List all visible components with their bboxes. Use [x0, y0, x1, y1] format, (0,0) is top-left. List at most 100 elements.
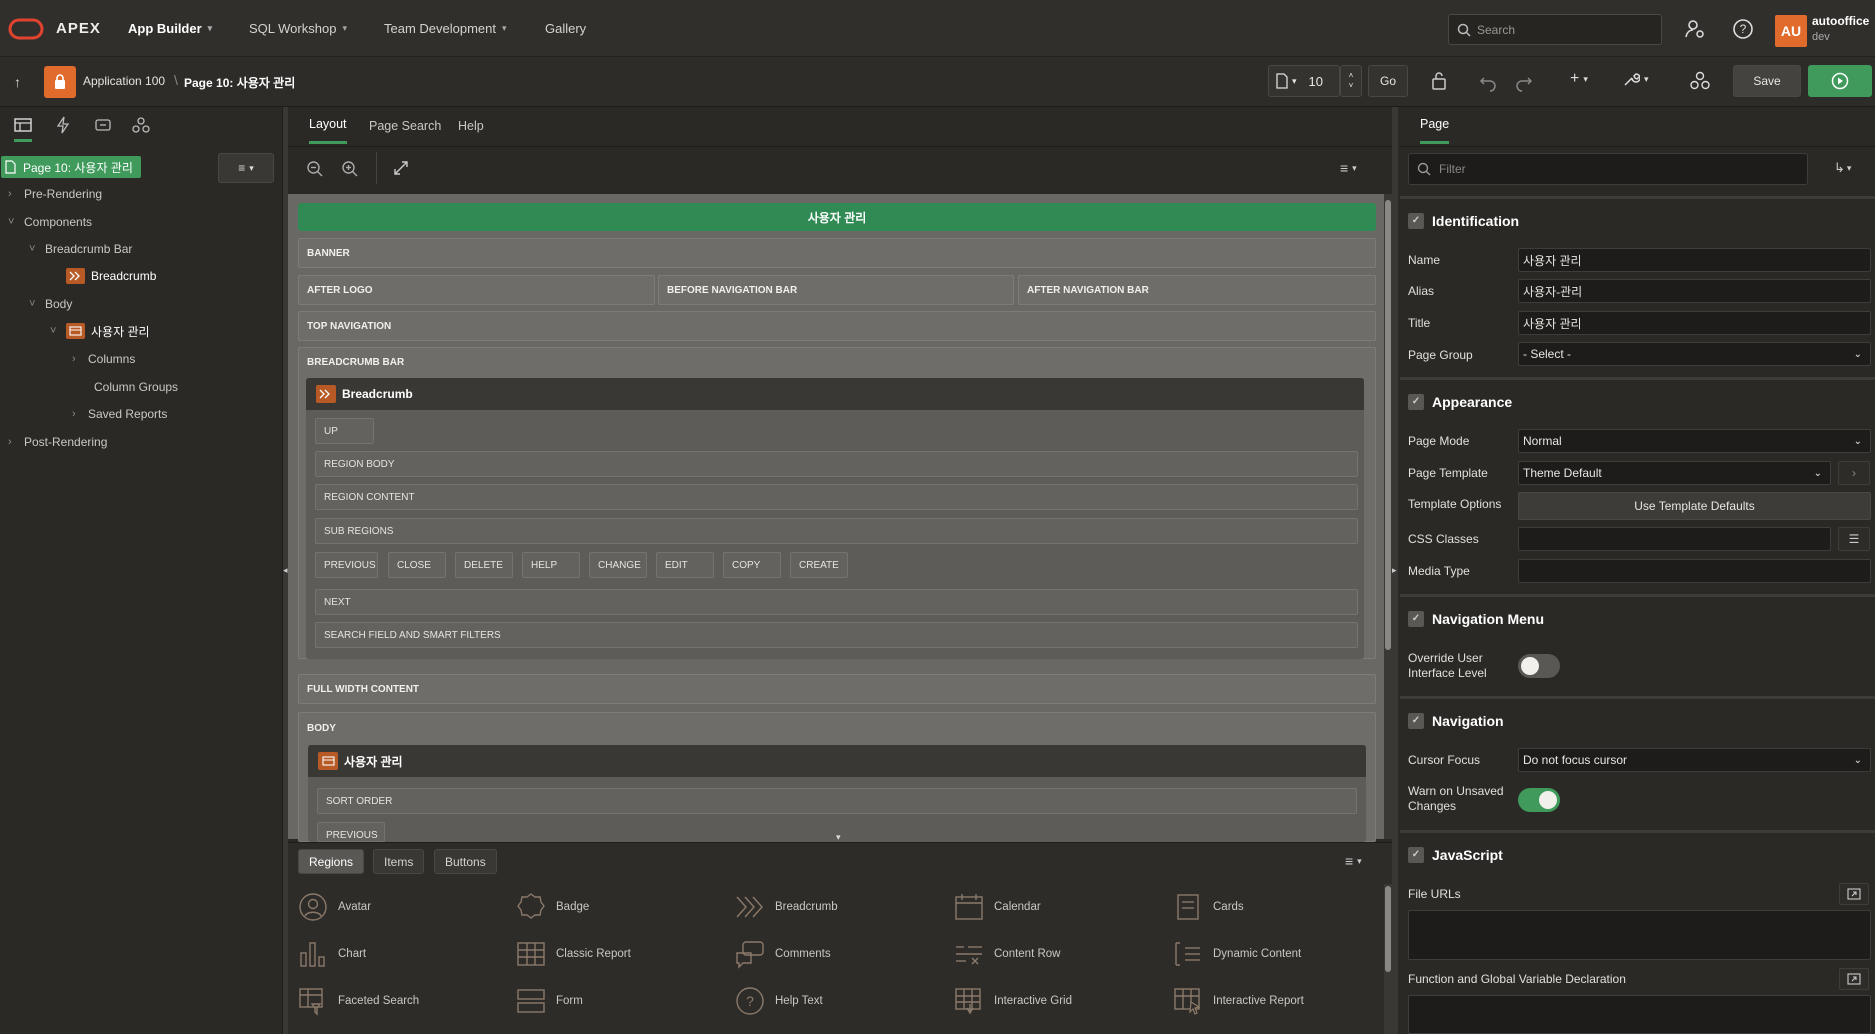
canvas-scrollbar-thumb[interactable]	[1385, 200, 1391, 650]
page-number-field[interactable]: 10	[1309, 74, 1323, 89]
collapse-left-icon[interactable]: ◂	[283, 565, 288, 576]
slot-close[interactable]: CLOSE	[388, 552, 446, 578]
processing-tab-icon[interactable]	[94, 117, 112, 133]
gallery-scrollbar-thumb[interactable]	[1385, 886, 1391, 972]
nav-gallery[interactable]: Gallery	[545, 0, 586, 57]
gallery-item-form[interactable]: Form	[516, 986, 583, 1016]
go-button[interactable]: Go	[1368, 65, 1408, 97]
zoom-out-icon[interactable]	[306, 160, 324, 178]
slot-change[interactable]: CHANGE	[589, 552, 647, 578]
redo-icon[interactable]	[1514, 72, 1534, 92]
search-input[interactable]: Search	[1448, 14, 1662, 45]
gallery-menu-button[interactable]: ≡ ▾	[1345, 853, 1362, 869]
slot-sub-regions[interactable]: SUB REGIONS	[315, 518, 1358, 544]
slot-sort-order[interactable]: SORT ORDER	[317, 788, 1357, 814]
tree-node-post-rendering[interactable]: › Post-Rendering	[8, 432, 107, 452]
gallery-item-interactive-report[interactable]: Interactive Report	[1173, 986, 1304, 1016]
zone-before-navigation-bar[interactable]: BEFORE NAVIGATION BAR	[658, 275, 1014, 305]
zone-after-navigation-bar[interactable]: AFTER NAVIGATION BAR	[1018, 275, 1376, 305]
gallery-tab-regions[interactable]: Regions	[298, 849, 365, 874]
css-classes-list-icon[interactable]: ☰	[1838, 527, 1870, 551]
slot-create[interactable]: CREATE	[790, 552, 848, 578]
collapse-checkbox-icon[interactable]: ✓	[1408, 610, 1424, 627]
slot-edit[interactable]: EDIT	[656, 552, 714, 578]
zoom-in-icon[interactable]	[341, 160, 359, 178]
name-field[interactable]: 사용자 관리	[1518, 248, 1871, 272]
function-declaration-editor[interactable]	[1408, 995, 1871, 1034]
layout-menu-button[interactable]: ≡ ▾	[1340, 160, 1357, 176]
section-navigation[interactable]: ✓ Navigation	[1400, 696, 1875, 742]
zone-top-navigation[interactable]: TOP NAVIGATION	[298, 311, 1376, 341]
utilities-menu-button[interactable]: ▾	[1622, 70, 1649, 88]
shared-components-icon[interactable]	[1689, 70, 1711, 92]
tree-node-body[interactable]: ˅ Body	[29, 294, 72, 314]
nav-app-builder[interactable]: App Builder ▾	[128, 0, 212, 57]
zone-full-width-content[interactable]: FULL WIDTH CONTENT	[298, 674, 1376, 704]
page-mode-select[interactable]: Normal ⌄	[1518, 429, 1871, 453]
section-javascript[interactable]: ✓ JavaScript	[1400, 830, 1875, 876]
collapse-checkbox-icon[interactable]: ✓	[1408, 393, 1424, 410]
gallery-item-interactive-grid[interactable]: Interactive Grid	[954, 986, 1072, 1016]
gallery-item-classic-report[interactable]: Classic Report	[516, 939, 631, 969]
gallery-item-dynamic-content[interactable]: Dynamic Content	[1173, 939, 1301, 969]
slot-delete[interactable]: DELETE	[455, 552, 513, 578]
gallery-item-avatar[interactable]: Avatar	[298, 892, 371, 922]
collapse-right-icon[interactable]: ▸	[1392, 565, 1397, 576]
collapse-checkbox-icon[interactable]: ✓	[1408, 212, 1424, 229]
section-appearance[interactable]: ✓ Appearance	[1400, 377, 1875, 423]
tab-page[interactable]: Page	[1420, 107, 1450, 144]
create-menu-button[interactable]: + ▾	[1570, 70, 1588, 88]
tree-node-breadcrumb-bar[interactable]: ˅ Breadcrumb Bar	[29, 239, 132, 259]
slot-previous[interactable]: PREVIOUS	[315, 552, 378, 578]
help-icon[interactable]: ?	[1732, 18, 1754, 40]
slot-region-body[interactable]: REGION BODY	[315, 451, 1358, 477]
page-title-bar[interactable]: 사용자 관리	[298, 203, 1376, 231]
collapse-checkbox-icon[interactable]: ✓	[1408, 846, 1424, 863]
tab-help[interactable]: Help	[458, 107, 484, 144]
save-button[interactable]: Save	[1733, 65, 1801, 97]
run-page-button[interactable]	[1808, 65, 1872, 97]
slot-copy[interactable]: COPY	[723, 552, 781, 578]
tree-node-components[interactable]: ˅ Components	[8, 212, 92, 232]
nav-team-development[interactable]: Team Development ▾	[384, 0, 507, 57]
page-number-stepper[interactable]: ˄ ˅	[1340, 65, 1362, 97]
template-options-button[interactable]: Use Template Defaults	[1518, 492, 1871, 520]
slot-up[interactable]: UP	[315, 418, 374, 444]
oracle-logo-icon[interactable]	[8, 18, 44, 40]
tree-node-saved-reports[interactable]: › Saved Reports	[72, 404, 167, 424]
css-classes-field[interactable]	[1518, 527, 1831, 551]
tree-node-user-management[interactable]: ˅ 사용자 관리	[50, 321, 150, 341]
shared-components-tab-icon[interactable]	[132, 116, 150, 134]
zone-after-logo[interactable]: AFTER LOGO	[298, 275, 655, 305]
rendering-tab-icon[interactable]	[14, 117, 32, 133]
gallery-tab-buttons[interactable]: Buttons	[434, 849, 497, 874]
gallery-item-chart[interactable]: Chart	[298, 939, 366, 969]
tree-node-column-groups[interactable]: Column Groups	[94, 377, 178, 397]
media-type-field[interactable]	[1518, 559, 1871, 583]
tab-page-search[interactable]: Page Search	[369, 107, 441, 144]
chevron-down-icon[interactable]: ˅	[1349, 81, 1354, 91]
file-urls-textarea[interactable]	[1408, 910, 1871, 960]
filter-input[interactable]: Filter	[1408, 153, 1808, 185]
tree-node-breadcrumb[interactable]: Breadcrumb	[66, 266, 156, 286]
dynamic-actions-tab-icon[interactable]	[56, 116, 70, 134]
up-arrow-icon[interactable]: ↑	[14, 74, 21, 90]
page-tree-root[interactable]: Page 10: 사용자 관리	[1, 156, 141, 178]
gallery-item-help-text[interactable]: ? Help Text	[735, 986, 823, 1016]
user-settings-icon[interactable]	[1684, 18, 1706, 40]
warn-unsaved-toggle[interactable]	[1518, 788, 1560, 812]
gallery-item-comments[interactable]: Comments	[735, 939, 831, 969]
user-avatar[interactable]: AU	[1775, 15, 1807, 47]
tree-menu-button[interactable]: ≡ ▾	[218, 153, 274, 183]
nav-sql-workshop[interactable]: SQL Workshop ▾	[249, 0, 347, 57]
title-field[interactable]: 사용자 관리	[1518, 311, 1871, 335]
slot-search-field[interactable]: SEARCH FIELD AND SMART FILTERS	[315, 622, 1358, 648]
gallery-item-cards[interactable]: Cards	[1173, 892, 1244, 922]
gallery-item-badge[interactable]: Badge	[516, 892, 589, 922]
section-navigation-menu[interactable]: ✓ Navigation Menu	[1400, 594, 1875, 640]
slot-previous-body[interactable]: PREVIOUS	[317, 822, 385, 842]
slot-next[interactable]: NEXT	[315, 589, 1358, 615]
cursor-focus-select[interactable]: Do not focus cursor ⌄	[1518, 748, 1871, 772]
section-identification[interactable]: ✓ Identification	[1400, 196, 1875, 242]
go-to-group-button[interactable]: ↳ ▾	[1834, 160, 1851, 176]
